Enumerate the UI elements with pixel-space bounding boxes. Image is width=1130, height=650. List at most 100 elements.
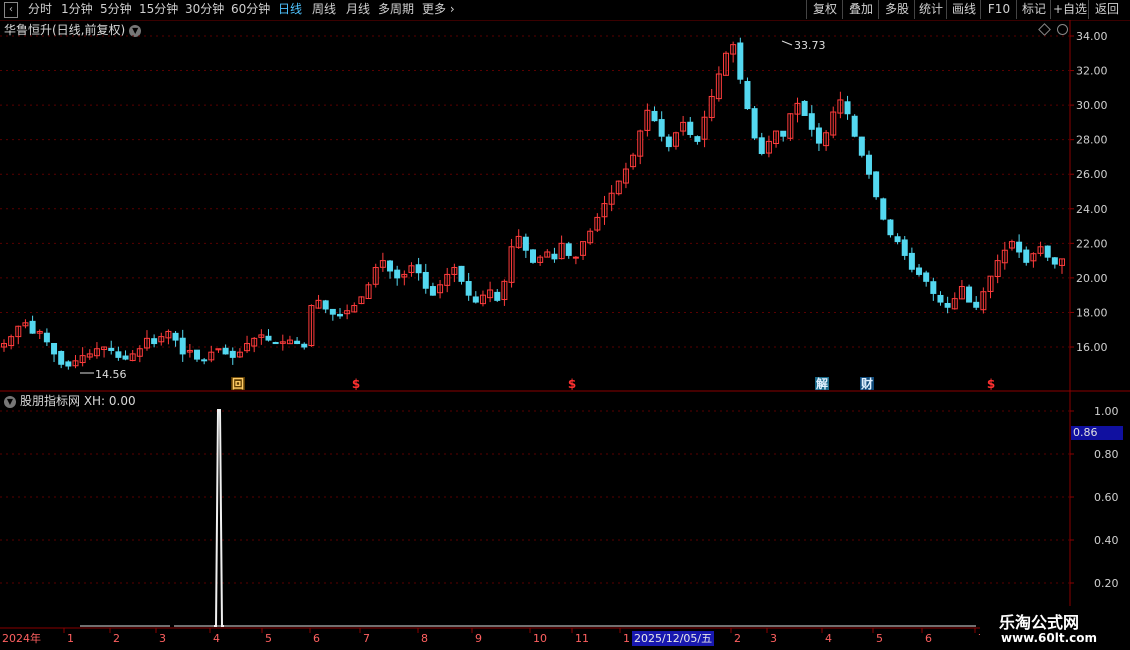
candle-body [494, 291, 501, 301]
candle-body [801, 100, 808, 116]
candle-body [115, 351, 122, 358]
event-markers: 回 $ $ 解 财 $ [231, 376, 995, 391]
watermark-url: www.60lt.com [1001, 631, 1098, 645]
candle-body [844, 101, 851, 115]
indicator-title: ▼ 股朋指标网 XH: 0.00 [4, 392, 136, 409]
candle-body [751, 108, 758, 139]
candle-body [658, 119, 665, 137]
candle-body [1023, 249, 1030, 263]
candle-body [122, 355, 129, 360]
indicator-tick-label: 0.60 [1094, 491, 1119, 504]
month-tick-label: 7 [363, 632, 370, 645]
watermark-title: 乐淘公式网 [999, 613, 1080, 632]
candle-body [694, 136, 701, 142]
candle-body [51, 342, 58, 355]
candle-body [29, 320, 36, 334]
candle-body [530, 249, 536, 263]
candle-body [65, 361, 72, 367]
candle-body [880, 198, 887, 220]
candle-body [1044, 245, 1051, 258]
month-tick-label: 3 [159, 632, 166, 645]
candle-body [387, 260, 394, 272]
month-tick-label: 2 [113, 632, 120, 645]
price-tick-label: 30.00 [1076, 99, 1108, 112]
month-tick-label: 9 [475, 632, 482, 645]
event-marker: $ [568, 377, 576, 391]
candle-body [737, 42, 744, 80]
candle-body [651, 110, 658, 122]
month-tick-label: 4 [825, 632, 832, 645]
candle-body [887, 219, 894, 236]
candle-body [901, 239, 908, 256]
candle-body [851, 115, 858, 137]
candle-body [865, 154, 872, 175]
candle-body [744, 81, 751, 110]
price-tick-label: 28.00 [1076, 134, 1108, 147]
high-label: 33.73 [794, 39, 826, 52]
month-tick-label: 11 [575, 632, 589, 645]
date-marker: 2025/12/05/五 [632, 631, 715, 646]
event-marker: 解 [816, 376, 828, 391]
candle-body [108, 347, 115, 351]
candle-body [815, 127, 822, 144]
year-label: 2024年 [2, 631, 41, 645]
indicator-tick-label: 0.80 [1094, 448, 1119, 461]
event-marker: 财 [860, 376, 873, 391]
chevron-down-icon[interactable]: ▼ [4, 395, 16, 408]
event-marker: $ [352, 377, 360, 391]
candle-body [229, 350, 236, 358]
candle-body [222, 347, 229, 355]
candle-body [58, 350, 65, 365]
low-label: 14.56 [95, 368, 127, 381]
month-tick-label: 3 [770, 632, 777, 645]
candle-body [894, 236, 901, 243]
high-low-labels: 33.73 14.56 [80, 39, 826, 381]
candle-body [916, 267, 923, 275]
candle-body [415, 264, 422, 274]
high-pointer [781, 40, 793, 46]
indicator-spike [214, 409, 224, 627]
month-tick-label: 1 [623, 632, 630, 645]
candle-body [194, 349, 201, 360]
price-axis: 34.00 32.00 30.00 28.00 26.00 24.00 22.00 20.00… [1070, 30, 1108, 354]
candle-body [336, 313, 343, 317]
chart-canvas[interactable]: 34.00 32.00 30.00 28.00 26.00 24.00 22.00 20.00… [0, 0, 1130, 650]
candle-body [43, 332, 50, 343]
price-tick-label: 18.00 [1076, 306, 1108, 319]
month-tick-label: 5 [265, 632, 272, 645]
candle-body [944, 303, 951, 308]
month-tick-label: 6 [313, 632, 320, 645]
candle-body [665, 136, 672, 148]
price-tick-label: 20.00 [1076, 272, 1108, 285]
price-tick-label: 16.00 [1076, 341, 1108, 354]
candles [1, 37, 1065, 370]
candle-body [758, 137, 765, 154]
grid-lines [0, 20, 1130, 650]
event-marker: $ [987, 377, 995, 391]
candle-body [908, 252, 915, 270]
candle-body [858, 136, 865, 156]
candle-body [687, 121, 694, 135]
candle-body [272, 341, 279, 345]
price-tick-label: 34.00 [1076, 30, 1108, 43]
month-tick-label: 6 [925, 632, 932, 645]
month-tick-label: 5 [876, 632, 883, 645]
indicator-highlight-value: 0.86 [1071, 426, 1123, 440]
candle-body [465, 281, 472, 296]
indicator-tick-label: 0.20 [1094, 577, 1119, 590]
candle-body [472, 296, 479, 303]
candle-body [1051, 257, 1058, 265]
candle-body [172, 332, 179, 341]
time-axis: 2024年12345678910111234567 [2, 628, 985, 645]
candle-body [923, 272, 930, 282]
candle-body [201, 359, 208, 362]
candle-body [808, 113, 815, 130]
price-tick-label: 22.00 [1076, 237, 1108, 250]
month-tick-label: 8 [421, 632, 428, 645]
candle-body [301, 343, 308, 348]
candle-body [294, 340, 301, 345]
candle-body [458, 265, 465, 282]
month-tick-label: 1 [67, 632, 74, 645]
indicator-lines [80, 409, 976, 627]
candle-body [780, 130, 787, 137]
